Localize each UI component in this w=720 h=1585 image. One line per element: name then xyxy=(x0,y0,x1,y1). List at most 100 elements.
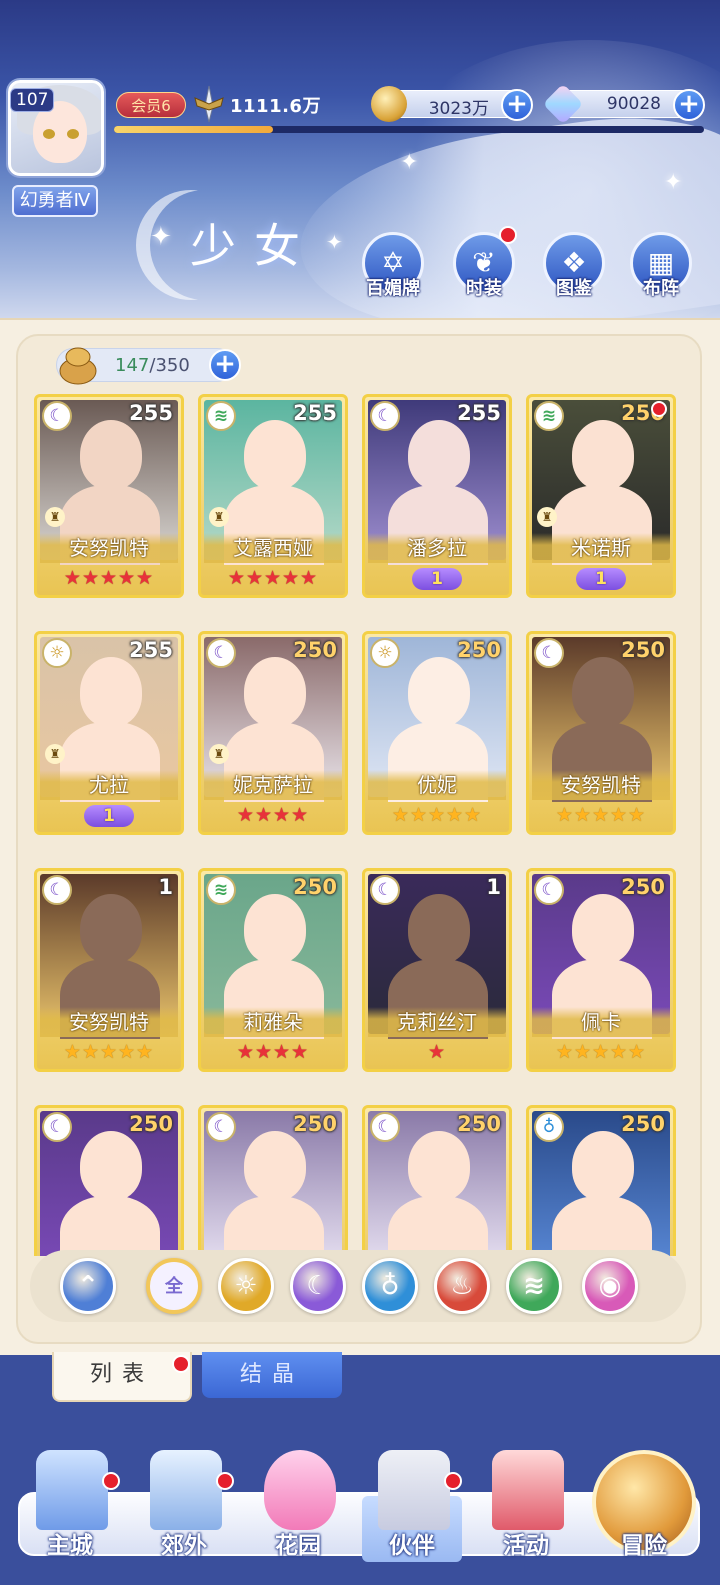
gold-coin-icon xyxy=(371,86,407,122)
role-rook-icon: ♜ xyxy=(209,507,229,527)
character-level: 250 xyxy=(621,638,665,662)
moon-element-icon: ☾ xyxy=(370,401,400,431)
character-card[interactable]: ☼ 250 优妮 ★★★★★ xyxy=(362,631,512,835)
character-card[interactable]: ♁ 250 xyxy=(526,1105,676,1256)
nav-item[interactable]: 冒险 xyxy=(588,1450,700,1580)
nav-item-label: 伙伴 xyxy=(389,1533,435,1559)
portrait-head xyxy=(572,894,634,964)
add-gems-button[interactable]: + xyxy=(673,89,705,121)
menu-button-3[interactable]: ▦ 布阵 xyxy=(624,232,698,300)
nav-item[interactable]: 郊外 xyxy=(128,1450,240,1580)
status-bar: 会员6 1111.6万 3023万 + 90028 + xyxy=(108,83,708,138)
expand-roster-button[interactable]: + xyxy=(209,349,241,381)
character-card[interactable]: ☾ 1 克莉丝汀 ★ xyxy=(362,868,512,1072)
notification-dot xyxy=(651,401,667,417)
character-level: 250 xyxy=(621,875,665,899)
tab-list-notification-dot xyxy=(172,1355,190,1373)
portrait-head xyxy=(408,420,470,490)
sun-element-icon: ☼ xyxy=(42,638,72,668)
nav-item[interactable]: 伙伴 xyxy=(356,1450,468,1580)
nav-item[interactable]: 花园 xyxy=(242,1450,354,1580)
character-level: 250 xyxy=(457,1112,501,1136)
wind-element-icon: ≋ xyxy=(534,401,564,431)
character-card[interactable]: ≋ 250 莉雅朵 ★★★★ xyxy=(198,868,348,1072)
portrait-head xyxy=(572,657,634,727)
character-name-bar: 安努凯特 xyxy=(40,1007,178,1037)
sparkle-icon: ✦ xyxy=(664,170,683,195)
nav-item[interactable]: 主城 xyxy=(14,1450,126,1580)
character-name-bar: 莉雅朵 xyxy=(204,1007,342,1037)
portrait-head xyxy=(244,420,306,490)
character-level: 255 xyxy=(457,401,501,425)
menu-button-2[interactable]: ❖ 图鉴 xyxy=(537,232,611,300)
character-level: 1 xyxy=(158,875,173,899)
character-card[interactable]: ☾ 250 安努凯特 ★★★★★ xyxy=(526,631,676,835)
star-rating: ★★★★★ xyxy=(227,567,319,589)
character-grid: ☾ 255 ♜ 安努凯特 ★★★★★ ≋ 255 ♜ 艾露西娅 ★★★★★ ☾ 255 潘多拉 1 ≋ 250… xyxy=(34,394,684,1256)
wind-element-icon[interactable]: ≋ xyxy=(506,1258,562,1314)
portrait-head xyxy=(80,657,142,727)
notification-dot xyxy=(216,1472,234,1490)
nav-item-label: 花园 xyxy=(275,1533,321,1559)
character-name: 艾露西娅 xyxy=(233,536,313,560)
nav-item-label: 主城 xyxy=(47,1533,93,1559)
tab-list[interactable]: 列表 xyxy=(52,1352,192,1402)
combat-power-value: 1111.6万 xyxy=(230,96,321,117)
all-icon[interactable]: 全 xyxy=(146,1258,202,1314)
awaken-badge: 1 xyxy=(84,805,134,827)
character-card[interactable]: ☾ 250 xyxy=(34,1105,184,1256)
character-card[interactable]: ☾ 255 ♜ 安努凯特 ★★★★★ xyxy=(34,394,184,598)
moon-element-icon: ☾ xyxy=(206,638,236,668)
character-name-bar: 安努凯特 xyxy=(40,533,178,563)
character-level: 250 xyxy=(129,1112,173,1136)
player-level-badge: 107 xyxy=(10,88,55,112)
character-name: 莉雅朵 xyxy=(243,1010,303,1034)
character-name: 米诺斯 xyxy=(571,536,631,560)
player-title-badge[interactable]: 幻勇者Ⅳ xyxy=(12,185,98,217)
nav-item[interactable]: 活动 xyxy=(470,1450,582,1580)
character-card[interactable]: ☾ 255 潘多拉 1 xyxy=(362,394,512,598)
character-card[interactable]: ≋ 255 ♜ 艾露西娅 ★★★★★ xyxy=(198,394,348,598)
bottom-navigation: 主城 郊外 花园 伙伴 活动 冒险 xyxy=(0,1440,720,1585)
star-rating: ★★★★ xyxy=(236,1041,310,1063)
menu-button-0[interactable]: ✡ 百媚牌 xyxy=(356,232,430,300)
role-rook-icon: ♜ xyxy=(45,744,65,764)
fire-element-icon[interactable]: ♨ xyxy=(434,1258,490,1314)
character-card[interactable]: ☼ 255 ♜ 尤拉 1 xyxy=(34,631,184,835)
moon-element-icon: ☾ xyxy=(206,1112,236,1142)
character-name-bar: 佩卡 xyxy=(532,1007,670,1037)
portrait-head xyxy=(80,894,142,964)
tab-crystal[interactable]: 结晶 xyxy=(202,1352,342,1398)
portrait-head xyxy=(408,1131,470,1201)
moon-element-icon: ☾ xyxy=(370,875,400,905)
character-level: 250 xyxy=(293,875,337,899)
sun-element-icon[interactable]: ☼ xyxy=(218,1258,274,1314)
gem-value: 90028 xyxy=(606,94,661,114)
light-element-icon[interactable]: ◉ xyxy=(582,1258,638,1314)
gem-icon xyxy=(542,83,584,125)
character-card[interactable]: ☾ 250 xyxy=(198,1105,348,1256)
character-level: 250 xyxy=(293,1112,337,1136)
character-name-bar: 克莉丝汀 xyxy=(368,1007,506,1037)
character-card[interactable]: ☾ 250 xyxy=(362,1105,512,1256)
sparkle-icon: ✦ xyxy=(150,222,172,252)
menu-button-1[interactable]: ❦ 时装 xyxy=(447,226,521,300)
sort-icon[interactable]: ⌃ xyxy=(60,1258,116,1314)
character-card[interactable]: ☾ 1 安努凯特 ★★★★★ xyxy=(34,868,184,1072)
vip-badge[interactable]: 会员6 xyxy=(116,92,186,118)
character-name-bar: 优妮 xyxy=(368,770,506,800)
star-rating: ★★★★★ xyxy=(555,1041,647,1063)
moon-element-icon[interactable]: ☾ xyxy=(290,1258,346,1314)
character-card[interactable]: ≋ 250 ♜ 米诺斯 1 xyxy=(526,394,676,598)
character-card[interactable]: ☾ 250 ♜ 妮克萨拉 ★★★★ xyxy=(198,631,348,835)
add-gold-button[interactable]: + xyxy=(501,89,533,121)
menu-button-label: 图鉴 xyxy=(556,278,592,299)
moon-element-icon: ☾ xyxy=(534,875,564,905)
menu-button-label: 时装 xyxy=(466,278,502,299)
nav-item-label: 郊外 xyxy=(161,1533,207,1559)
water-element-icon[interactable]: ♁ xyxy=(362,1258,418,1314)
nav-item-label: 活动 xyxy=(503,1533,549,1559)
header-banner: ✦ ✦ ✦ ✦ 107 幻勇者Ⅳ 会员6 1111.6万 3023万 + 900… xyxy=(0,0,720,318)
heart-garden-icon xyxy=(264,1450,336,1530)
character-card[interactable]: ☾ 250 佩卡 ★★★★★ xyxy=(526,868,676,1072)
